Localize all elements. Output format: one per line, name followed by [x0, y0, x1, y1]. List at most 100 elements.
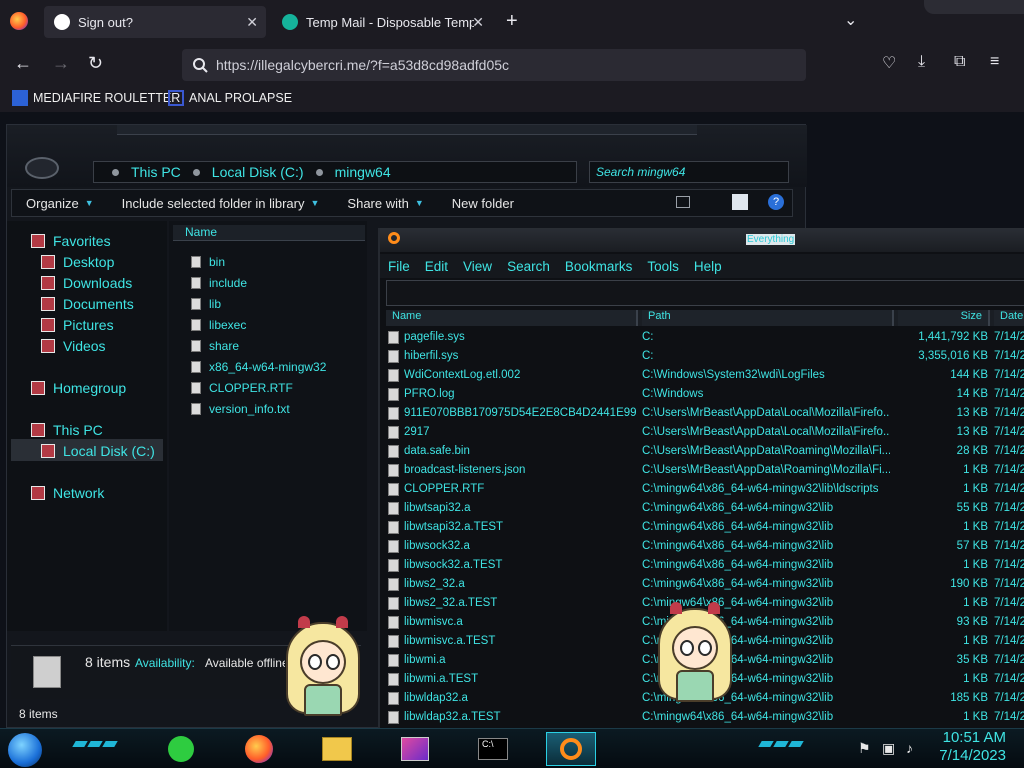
nav-this-pc[interactable]: This PC: [31, 422, 103, 438]
folder-icon: [322, 737, 352, 761]
network-icon[interactable]: ▣: [882, 740, 895, 757]
taskbar-firefox[interactable]: [234, 732, 284, 766]
new-folder-button[interactable]: New folder: [438, 196, 528, 211]
cell-path: C:\mingw64\x86_64-w64-mingw32\lib\ldscri…: [642, 483, 879, 495]
table-row[interactable]: broadcast-listeners.json C:\Users\MrBeast…: [386, 461, 1024, 480]
cell-date: 7/14/2: [994, 616, 1024, 628]
notes-icon: [168, 736, 194, 762]
start-button[interactable]: [8, 733, 42, 767]
cell-name: libwldap32.a: [404, 692, 468, 704]
file-name: x86_64-w64-mingw32: [209, 360, 327, 374]
firefox-view-icon[interactable]: [10, 12, 28, 30]
menu-icon[interactable]: ≡: [990, 53, 999, 71]
nav-documents[interactable]: Documents: [41, 296, 134, 312]
url-bar[interactable]: https://illegalcybercri.me/?f=a53d8cd98a…: [182, 49, 806, 81]
taskbar-terminal[interactable]: C:\: [468, 732, 518, 766]
nav-downloads[interactable]: Downloads: [41, 275, 132, 291]
clock[interactable]: 10:51 AM 7/14/2023: [939, 729, 1006, 765]
list-item[interactable]: version_info.txt: [191, 402, 290, 416]
include-library-button[interactable]: Include selected folder in library ▼: [108, 196, 334, 211]
menu-tools[interactable]: Tools: [647, 259, 679, 274]
taskbar-file-explorer[interactable]: [312, 732, 362, 766]
column-header-date[interactable]: Date: [994, 310, 1024, 326]
nav-pictures[interactable]: Pictures: [41, 317, 114, 333]
help-icon[interactable]: ?: [768, 194, 784, 210]
breadcrumb-mingw64[interactable]: mingw64: [335, 164, 391, 180]
reload-icon[interactable]: ↻: [88, 53, 103, 74]
flag-icon[interactable]: ⚑: [858, 740, 871, 757]
list-item[interactable]: bin: [191, 255, 225, 269]
menu-search[interactable]: Search: [507, 259, 550, 274]
search-input[interactable]: [386, 280, 1024, 306]
menu-file[interactable]: File: [388, 259, 410, 274]
breadcrumb-local-disk[interactable]: Local Disk (C:): [212, 164, 304, 180]
table-row[interactable]: WdiContextLog.etl.002 C:\Windows\System32…: [386, 366, 1024, 385]
share-with-button[interactable]: Share with ▼: [333, 196, 437, 211]
search-input[interactable]: Search mingw64: [589, 161, 789, 183]
menu-edit[interactable]: Edit: [425, 259, 448, 274]
nav-videos[interactable]: Videos: [41, 338, 106, 354]
column-header-name[interactable]: Name: [173, 225, 365, 241]
tab-temp-mail[interactable]: Temp Mail - Disposable Temporary Email ✕: [272, 6, 492, 38]
menu-bookmarks[interactable]: Bookmarks: [565, 259, 633, 274]
column-header-name[interactable]: Name: [386, 310, 638, 326]
list-item[interactable]: include: [191, 276, 247, 290]
taskbar-media-app[interactable]: [390, 732, 440, 766]
organize-button[interactable]: Organize ▼: [12, 196, 108, 211]
back-forward-orb[interactable]: [25, 157, 59, 179]
list-item[interactable]: libexec: [191, 318, 246, 332]
nav-favorites[interactable]: Favorites: [31, 233, 111, 249]
table-row[interactable]: libwsock32.a C:\mingw64\x86_64-w64-mingw3…: [386, 537, 1024, 556]
table-row[interactable]: pagefile.sys C: 1,441,792 KB 7/14/2: [386, 328, 1024, 347]
nav-homegroup[interactable]: Homegroup: [31, 380, 126, 396]
column-header-size[interactable]: Size: [898, 310, 990, 326]
menu-help[interactable]: Help: [694, 259, 722, 274]
nav-desktop[interactable]: Desktop: [41, 254, 114, 270]
cell-path: C:\Users\MrBeast\AppData\Local\Mozilla\F…: [642, 407, 890, 419]
volume-icon[interactable]: ♪: [906, 740, 913, 756]
bookmark-second[interactable]: ANAL PROLAPSE: [168, 90, 292, 106]
tab-sign-out[interactable]: Sign out? ✕: [44, 6, 266, 38]
column-header-path[interactable]: Path: [642, 310, 894, 326]
close-tab-icon[interactable]: ✕: [472, 14, 484, 31]
nav-network[interactable]: Network: [31, 485, 104, 501]
view-options-icon[interactable]: [676, 196, 690, 208]
taskbar-notes-app[interactable]: [156, 732, 206, 766]
table-row[interactable]: libwtsapi32.a C:\mingw64\x86_64-w64-mingw…: [386, 499, 1024, 518]
file-name: lib: [209, 297, 222, 311]
preview-pane-icon[interactable]: [732, 194, 748, 210]
new-tab-button[interactable]: +: [506, 10, 518, 33]
file-name: libexec: [209, 318, 247, 332]
taskbar-everything[interactable]: [546, 732, 596, 766]
window-controls: [924, 0, 1024, 14]
chevron-down-icon: ▼: [310, 198, 320, 208]
extensions-icon[interactable]: ⧉: [954, 53, 965, 71]
table-row[interactable]: hiberfil.sys C: 3,355,016 KB 7/14/2: [386, 347, 1024, 366]
table-row[interactable]: data.safe.bin C:\Users\MrBeast\AppData\Ro…: [386, 442, 1024, 461]
downloads-icon[interactable]: ⤓: [918, 53, 925, 71]
list-item[interactable]: x86_64-w64-mingw32: [191, 360, 326, 374]
list-item[interactable]: CLOPPER.RTF: [191, 381, 293, 395]
cell-date: 7/14/2: [994, 521, 1024, 533]
back-icon[interactable]: ←: [14, 53, 32, 74]
menu-view[interactable]: View: [463, 259, 492, 274]
list-tabs-button[interactable]: ⌄: [844, 10, 857, 30]
table-row[interactable]: PFRO.log C:\Windows 14 KB 7/14/2: [386, 385, 1024, 404]
table-row[interactable]: libws2_32.a C:\mingw64\x86_64-w64-mingw32…: [386, 575, 1024, 594]
address-bar[interactable]: This PC Local Disk (C:) mingw64: [93, 161, 577, 183]
forward-icon[interactable]: →: [52, 53, 70, 74]
nav-local-disk[interactable]: Local Disk (C:): [41, 443, 155, 459]
table-row[interactable]: 911E070BBB170975D54E2E8CB4D2441E9950E...…: [386, 404, 1024, 423]
file-name: version_info.txt: [209, 402, 290, 416]
table-row[interactable]: CLOPPER.RTF C:\mingw64\x86_64-w64-mingw32…: [386, 480, 1024, 499]
close-tab-icon[interactable]: ✕: [246, 14, 258, 31]
pocket-icon[interactable]: ♡: [882, 53, 896, 73]
list-item[interactable]: share: [191, 339, 239, 353]
table-row[interactable]: 2917 C:\Users\MrBeast\AppData\Local\Mozil…: [386, 423, 1024, 442]
breadcrumb-this-pc[interactable]: This PC: [131, 164, 181, 180]
table-row[interactable]: libwsock32.a.TEST C:\mingw64\x86_64-w64-m…: [386, 556, 1024, 575]
list-item[interactable]: lib: [191, 297, 221, 311]
table-row[interactable]: libwtsapi32.a.TEST C:\mingw64\x86_64-w64-…: [386, 518, 1024, 537]
bookmark-mediafire[interactable]: MEDIAFIRE ROULETTER: [12, 90, 180, 106]
table-row[interactable]: libwldap32.a.TEST C:\mingw64\x86_64-w64-m…: [386, 708, 1024, 727]
